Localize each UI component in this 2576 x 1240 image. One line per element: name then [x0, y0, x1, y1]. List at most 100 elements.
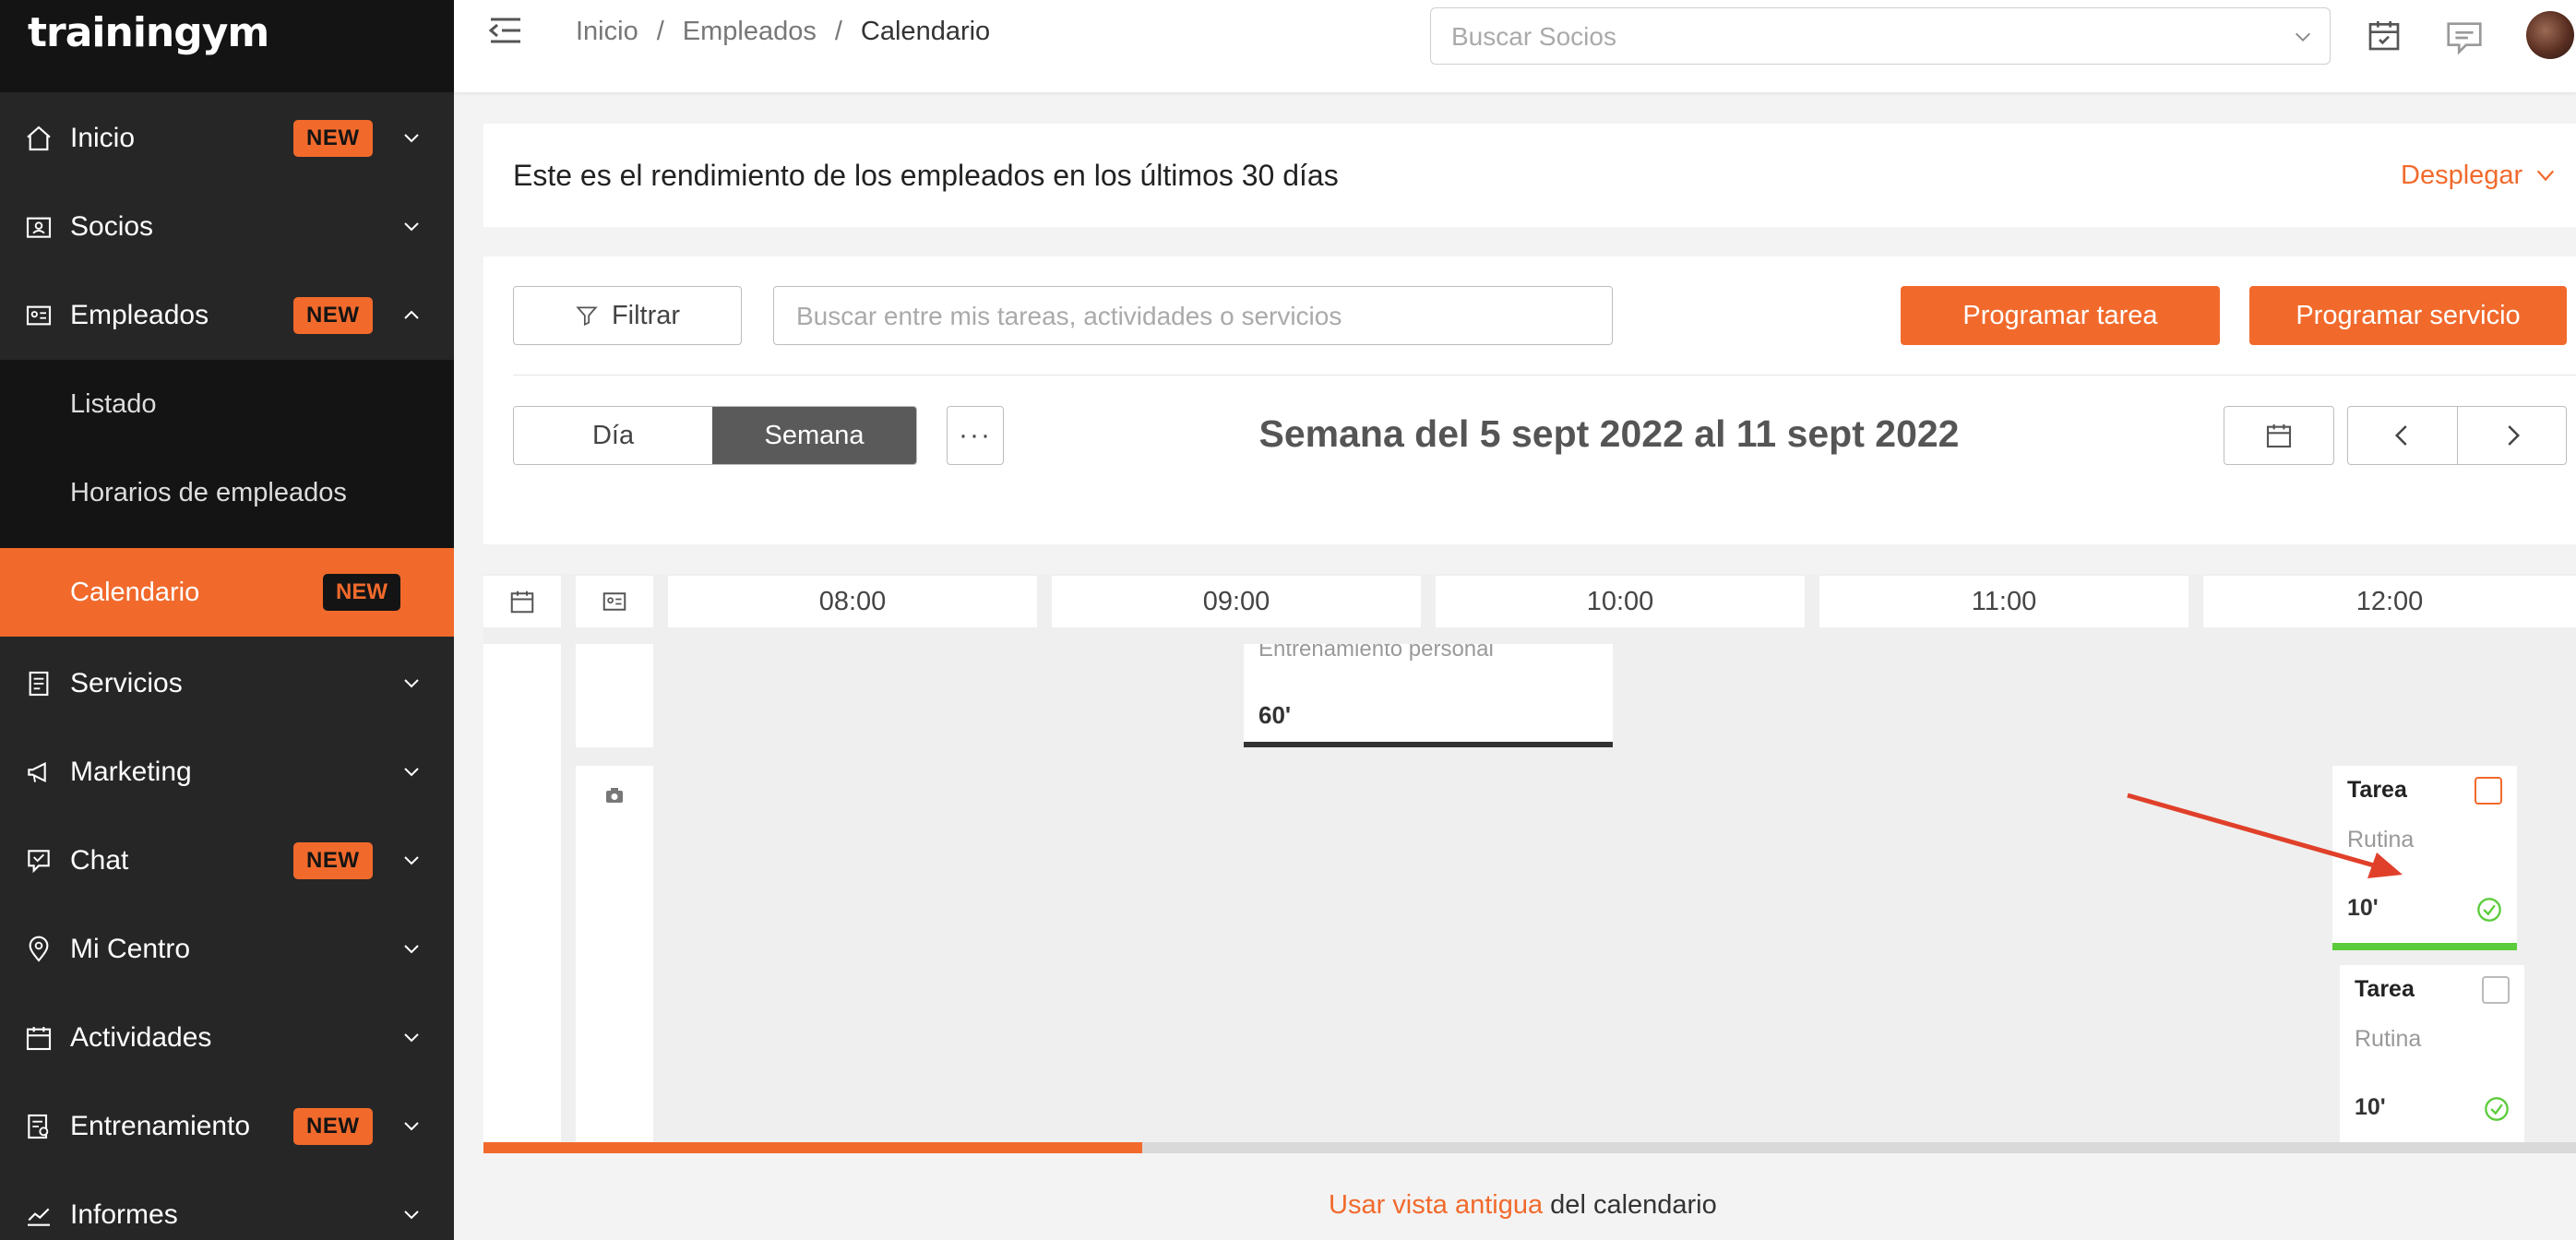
horizontal-scrollbar[interactable]	[483, 1142, 2576, 1153]
schedule-task-button[interactable]: Programar tarea	[1901, 286, 2220, 345]
sidebar-item-actividades[interactable]: Actividades	[0, 994, 454, 1082]
chevron-up-icon	[404, 310, 419, 319]
hour-header-1000: 10:00	[1436, 576, 1805, 627]
sidebar-item-label: Servicios	[70, 668, 183, 698]
sidebar-item-chat[interactable]: Chat NEW	[0, 817, 454, 905]
employee-cell	[576, 644, 653, 747]
hour-header-0800: 08:00	[668, 576, 1037, 627]
task-checkbox[interactable]	[2475, 777, 2502, 805]
logo-bar: trainingym	[0, 0, 454, 92]
view-switch: Día Semana	[513, 406, 917, 465]
calendar-toolbar: Filtrar Buscar entre mis tareas, activid…	[483, 256, 2576, 544]
sidebar-item-label: Informes	[70, 1199, 178, 1230]
breadcrumb-empleados[interactable]: Empleados	[683, 17, 817, 47]
submenu-item-listado[interactable]: Listado	[0, 360, 454, 448]
divider	[513, 375, 2576, 376]
search-socios-input[interactable]: Buscar Socios	[1430, 7, 2331, 65]
view-day-button[interactable]: Día	[514, 407, 713, 464]
submenu-item-label: Calendario	[70, 577, 200, 607]
breadcrumb-separator: /	[656, 17, 664, 46]
previous-week-button[interactable]	[2348, 407, 2457, 464]
task-checkbox[interactable]	[2482, 976, 2510, 1004]
messages-icon[interactable]	[2443, 17, 2486, 59]
sidebar-item-label: Socios	[70, 211, 154, 242]
schedule-service-button[interactable]: Programar servicio	[2249, 286, 2567, 345]
sidebar-item-inicio[interactable]: Inicio NEW	[0, 94, 454, 183]
megaphone-icon	[28, 761, 46, 783]
hour-header-1100: 11:00	[1819, 576, 2188, 627]
task-card[interactable]: Tarea Rutina 10'	[2332, 766, 2517, 950]
training-icon	[28, 1114, 49, 1139]
submenu-item-label: Horarios de empleados	[70, 477, 347, 507]
employee-column-header	[576, 576, 653, 627]
sidebar: trainingym Inicio NEW Socios Empleados N…	[0, 0, 454, 1240]
event-card[interactable]: Entrenamiento personal 60'	[1244, 644, 1613, 747]
old-view-footer: Usar vista antigua del calendario	[1329, 1190, 1717, 1221]
sidebar-item-informes[interactable]: Informes	[0, 1171, 454, 1240]
scrollbar-thumb[interactable]	[483, 1142, 1142, 1153]
id-card-icon	[26, 305, 52, 326]
empleados-submenu: Listado Horarios de empleados Calendario…	[0, 360, 454, 637]
chart-line-icon	[28, 1208, 50, 1226]
location-pin-icon	[29, 936, 49, 962]
check-circle-icon	[2485, 1097, 2509, 1121]
hour-header-0900: 09:00	[1052, 576, 1421, 627]
task-duration: 10'	[2347, 895, 2379, 921]
more-options-button[interactable]: ···	[947, 406, 1004, 465]
task-duration: 10'	[2355, 1094, 2386, 1120]
old-view-link[interactable]: Usar vista antigua	[1329, 1190, 1543, 1220]
sidebar-item-label: Mi Centro	[70, 934, 191, 964]
new-badge: NEW	[323, 574, 400, 611]
new-badge: NEW	[293, 120, 373, 157]
sidebar-item-label: Marketing	[70, 757, 192, 787]
breadcrumb: Inicio / Empleados / Calendario	[576, 17, 990, 47]
new-badge: NEW	[293, 297, 373, 334]
check-circle-icon	[2477, 898, 2501, 922]
submenu-item-horarios[interactable]: Horarios de empleados	[0, 448, 454, 537]
view-week-button[interactable]: Semana	[712, 407, 916, 464]
date-column	[483, 644, 561, 1142]
event-duration: 60'	[1258, 701, 1292, 729]
sidebar-item-servicios[interactable]: Servicios	[0, 639, 454, 728]
expand-toggle[interactable]: Desplegar	[2401, 161, 2556, 191]
sidebar-item-marketing[interactable]: Marketing	[0, 728, 454, 817]
next-week-button[interactable]	[2457, 407, 2566, 464]
new-badge: NEW	[293, 842, 373, 879]
sidebar-item-mi-centro[interactable]: Mi Centro	[0, 905, 454, 994]
task-subtitle: Rutina	[2355, 1026, 2422, 1052]
document-icon	[29, 671, 49, 697]
sidebar-item-label: Actividades	[70, 1022, 212, 1053]
collapse-menu-icon[interactable]	[487, 17, 524, 44]
home-icon	[27, 125, 51, 151]
calendar-icon	[2266, 424, 2292, 448]
chevron-down-icon	[404, 768, 419, 777]
task-search-input[interactable]: Buscar entre mis tareas, actividades o s…	[773, 286, 1613, 345]
trainingym-logo[interactable]: trainingym	[28, 9, 269, 56]
submenu-item-label: Listado	[70, 388, 157, 419]
chevron-down-icon	[404, 679, 419, 688]
sidebar-item-entrenamiento[interactable]: Entrenamiento NEW	[0, 1082, 454, 1171]
event-name: Entrenamiento personal	[1258, 644, 1494, 662]
expand-label: Desplegar	[2401, 161, 2523, 190]
breadcrumb-calendario: Calendario	[860, 17, 991, 46]
breadcrumb-inicio[interactable]: Inicio	[576, 17, 638, 47]
employee-cell	[576, 766, 653, 1142]
submenu-item-calendario[interactable]: Calendario NEW	[0, 548, 454, 637]
chevron-left-icon	[2394, 425, 2407, 446]
week-navigation	[2347, 406, 2567, 465]
chat-icon	[28, 850, 50, 874]
date-picker-button[interactable]	[2224, 406, 2334, 465]
sidebar-item-socios[interactable]: Socios	[0, 183, 454, 271]
task-card[interactable]: Tarea Rutina 10'	[2340, 965, 2524, 1142]
sidebar-item-label: Inicio	[70, 123, 136, 153]
user-avatar[interactable]	[2526, 11, 2574, 59]
filter-button[interactable]: Filtrar	[513, 286, 742, 345]
chevron-down-icon	[404, 1122, 419, 1131]
sidebar-item-empleados[interactable]: Empleados NEW	[0, 271, 454, 360]
performance-text: Este es el rendimiento de los empleados …	[513, 159, 1339, 192]
camera-icon	[606, 788, 623, 803]
calendar-check-icon[interactable]	[2366, 17, 2403, 54]
week-title: Semana del 5 sept 2022 al 11 sept 2022	[1258, 412, 1960, 455]
event-name-clip: Entrenamiento personal	[1244, 644, 1613, 672]
topbar: Inicio / Empleados / Calendario Buscar S…	[454, 0, 2576, 92]
